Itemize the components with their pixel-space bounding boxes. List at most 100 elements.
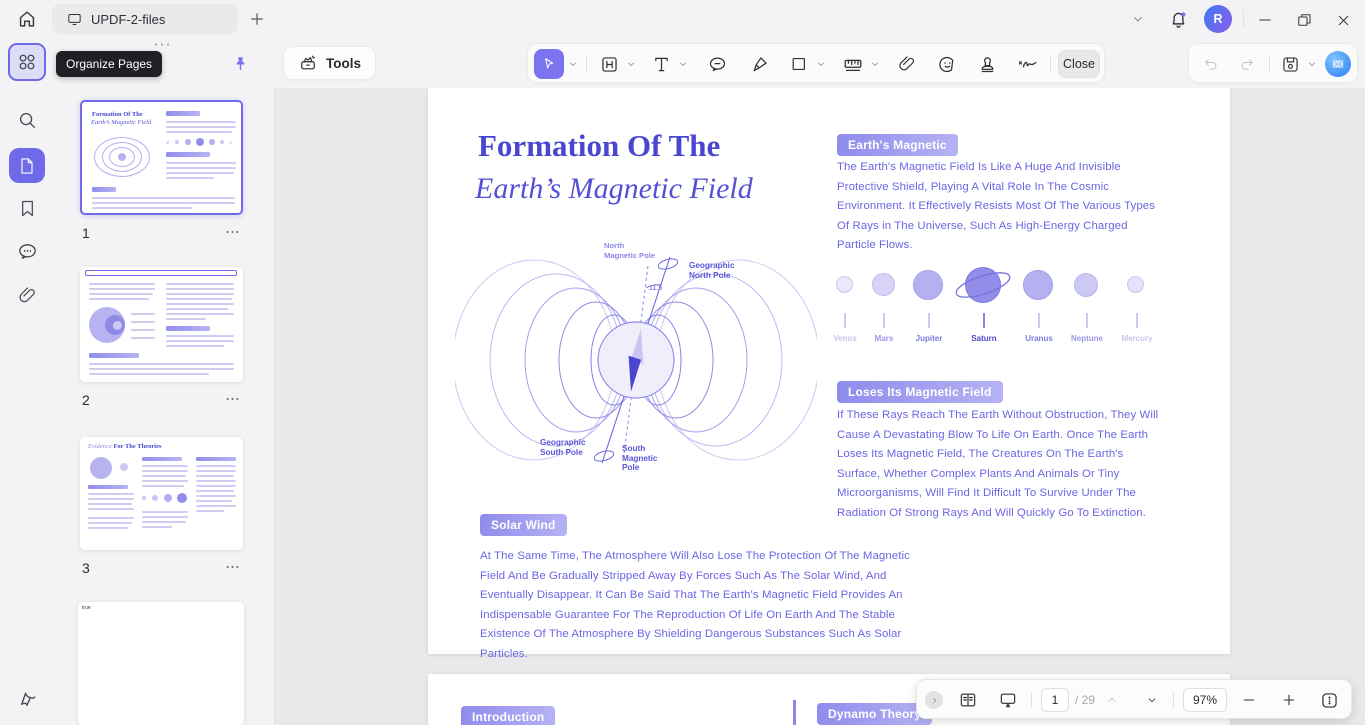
heading-tool-button[interactable] — [596, 51, 622, 77]
previous-page-button[interactable] — [1103, 692, 1121, 708]
next-page-button[interactable] — [1143, 692, 1161, 708]
sidebar-item-comments[interactable] — [13, 237, 41, 265]
sidebar-item-bookmarks[interactable] — [13, 194, 41, 222]
sidebar-item-organize-pages[interactable] — [8, 43, 46, 81]
measure-tool-button[interactable] — [840, 51, 866, 77]
thumbnail-2-more-button[interactable] — [223, 392, 241, 406]
doc-paragraph-1: The Earth's Magnetic Field Is Like A Hug… — [837, 161, 1155, 252]
thumbnail-page-1[interactable]: Formation Of The Earth’s Magnetic Field — [80, 100, 243, 215]
select-tool-dropdown[interactable] — [566, 57, 580, 71]
close-window-button[interactable] — [1330, 7, 1356, 33]
collapse-bar-button[interactable] — [925, 691, 943, 709]
minimize-button[interactable] — [1252, 7, 1278, 33]
planet-label-venus: Venus — [833, 334, 857, 343]
heading-tool-dropdown[interactable] — [624, 57, 638, 71]
sidebar-item-page-thumbnails[interactable] — [9, 148, 45, 183]
text-tool-button[interactable] — [648, 51, 674, 77]
zoom-level-input[interactable] — [1183, 688, 1227, 712]
search-icon — [19, 112, 35, 128]
home-icon — [19, 11, 35, 27]
organize-pages-tooltip: Organize Pages — [56, 51, 163, 77]
document-tab-title: UPDF-2-files — [91, 11, 166, 27]
redo-button[interactable] — [1237, 54, 1257, 74]
chat-bubble-icon — [18, 243, 36, 259]
thumb1-badge3 — [92, 187, 116, 192]
pin-icon — [235, 57, 245, 71]
planet-label-uranus: Uranus — [1025, 334, 1053, 343]
minus-icon — [1243, 699, 1255, 701]
doc-title-line1: Formation Of The — [478, 128, 721, 163]
thumb1-badge1 — [166, 111, 200, 116]
stamp-tool-button[interactable] — [974, 51, 1000, 77]
thumbnail-1-more-button[interactable] — [223, 225, 241, 239]
thumb1-title1: Formation Of The — [92, 111, 143, 118]
document-tab-icon — [68, 13, 81, 25]
restore-button[interactable] — [1291, 7, 1317, 33]
doc-badge-solar-wind: Solar Wind — [480, 514, 567, 536]
user-avatar[interactable]: R — [1204, 5, 1232, 33]
titlebar-menu-button[interactable] — [1127, 8, 1149, 30]
thumbnail-page-2[interactable] — [80, 267, 243, 382]
two-page-view-button[interactable] — [957, 690, 979, 710]
ai-assistant-button[interactable] — [1325, 51, 1351, 77]
fit-page-button[interactable] — [1317, 689, 1341, 711]
thumbnail-3-more-button[interactable] — [223, 560, 241, 574]
zoom-out-button[interactable] — [1239, 690, 1259, 710]
measure-tool-dropdown[interactable] — [868, 57, 882, 71]
zoom-in-button[interactable] — [1279, 690, 1299, 710]
thumb1-title2: Earth’s Magnetic Field — [91, 119, 152, 126]
document-viewer[interactable]: Formation Of The Earth’s Magnetic Field … — [275, 88, 1365, 725]
text-tool-dropdown[interactable] — [676, 57, 690, 71]
thumbnail-page-4[interactable]: true — [78, 602, 244, 725]
sidebar-item-search[interactable] — [13, 106, 41, 134]
document-tab[interactable]: UPDF-2-files — [52, 4, 238, 34]
tools-button-label: Tools — [326, 55, 361, 71]
toolbar-divider — [1269, 55, 1270, 73]
cursor-icon — [545, 58, 554, 69]
grid-icon — [19, 54, 35, 70]
tooltip-label: Organize Pages — [66, 57, 153, 71]
undo-button[interactable] — [1201, 54, 1221, 74]
attachment-tool-button[interactable] — [894, 51, 920, 77]
two-page-view-icon — [960, 693, 976, 707]
shape-tool-button[interactable] — [786, 51, 812, 77]
ruler-icon — [844, 59, 862, 72]
chevron-down-icon — [570, 62, 576, 66]
close-editing-label: Close — [1063, 57, 1095, 71]
sidebar-item-attachments[interactable] — [13, 281, 41, 309]
new-tab-button[interactable] — [246, 8, 268, 30]
thumbnail-panel-handle[interactable] — [150, 38, 174, 50]
sticker-icon — [938, 56, 953, 72]
thumb4-text: true — [82, 605, 91, 611]
chevron-down-icon — [680, 62, 686, 66]
save-icon — [1282, 56, 1298, 72]
save-button[interactable] — [1279, 53, 1301, 75]
pdf-page-1: Formation Of The Earth’s Magnetic Field … — [428, 88, 1230, 660]
tools-button[interactable]: Tools — [283, 46, 376, 80]
chevron-up-icon — [1108, 697, 1116, 702]
planet-label-mercury: Mercury — [1121, 334, 1153, 343]
pin-panel-button[interactable] — [228, 51, 252, 77]
chevron-down-icon — [1134, 17, 1142, 22]
presentation-mode-button[interactable] — [997, 690, 1019, 710]
thumbnail-page-3[interactable]: Evidence For The Theories — [80, 437, 243, 550]
signature-tool-button[interactable] — [1014, 51, 1042, 77]
sidebar-item-page-flip[interactable] — [13, 684, 41, 712]
page-number-input[interactable] — [1041, 688, 1069, 712]
close-editing-button[interactable]: Close — [1058, 50, 1100, 78]
fit-page-icon — [1321, 692, 1337, 708]
home-button[interactable] — [13, 5, 41, 33]
planet-label-saturn: Saturn — [971, 334, 997, 343]
shape-tool-dropdown[interactable] — [814, 57, 828, 71]
select-tool-button[interactable] — [534, 49, 564, 79]
comment-tool-button[interactable] — [704, 51, 730, 77]
square-shape-icon — [792, 58, 805, 70]
minimize-icon — [1259, 19, 1271, 21]
sticker-tool-button[interactable] — [934, 51, 960, 77]
heading-icon — [601, 56, 617, 72]
save-dropdown[interactable] — [1305, 57, 1319, 71]
doc-badge-dynamo-theory: Dynamo Theory — [817, 703, 933, 725]
toolbox-icon — [301, 55, 315, 70]
notifications-button[interactable] — [1166, 7, 1190, 31]
highlighter-tool-button[interactable] — [746, 51, 772, 77]
